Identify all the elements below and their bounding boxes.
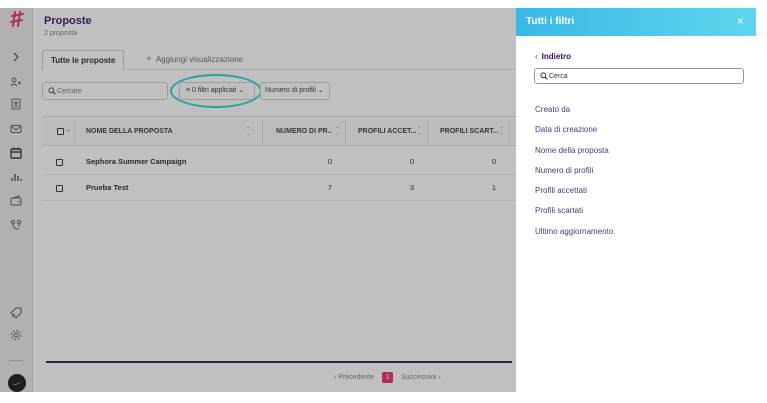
panel-header: Tutti i filtri × <box>516 8 756 36</box>
search-icon <box>540 72 548 80</box>
app-frame: Proposte 2 proposta Tutte le proposte + A… <box>0 0 767 403</box>
filter-option-profile-count[interactable]: Numero di profili <box>535 165 613 185</box>
filter-search-input[interactable] <box>549 70 739 82</box>
filters-panel: Tutti i filtri × ‹Indietro Creato da Dat… <box>516 8 756 392</box>
filter-options-list: Creato da Data di creazione Nome della p… <box>535 104 613 246</box>
panel-title: Tutti i filtri <box>526 16 575 27</box>
filter-option-created-by[interactable]: Creato da <box>535 104 613 124</box>
filter-search-field[interactable] <box>534 68 744 84</box>
chevron-left-icon: ‹ <box>535 52 538 61</box>
filter-option-accepted-profiles[interactable]: Profili accettati <box>535 185 613 205</box>
filter-option-rejected-profiles[interactable]: Profili scartati <box>535 205 613 225</box>
filter-option-creation-date[interactable]: Data di creazione <box>535 124 613 144</box>
back-button[interactable]: ‹ Indietro <box>535 52 571 61</box>
filter-option-last-updated[interactable]: Ultimo aggiornamento <box>535 226 613 246</box>
back-label: Indietro <box>541 52 572 61</box>
modal-backdrop[interactable] <box>0 8 516 392</box>
close-icon[interactable]: × <box>737 15 744 27</box>
filter-option-proposal-name[interactable]: Nome della proposta <box>535 145 613 165</box>
